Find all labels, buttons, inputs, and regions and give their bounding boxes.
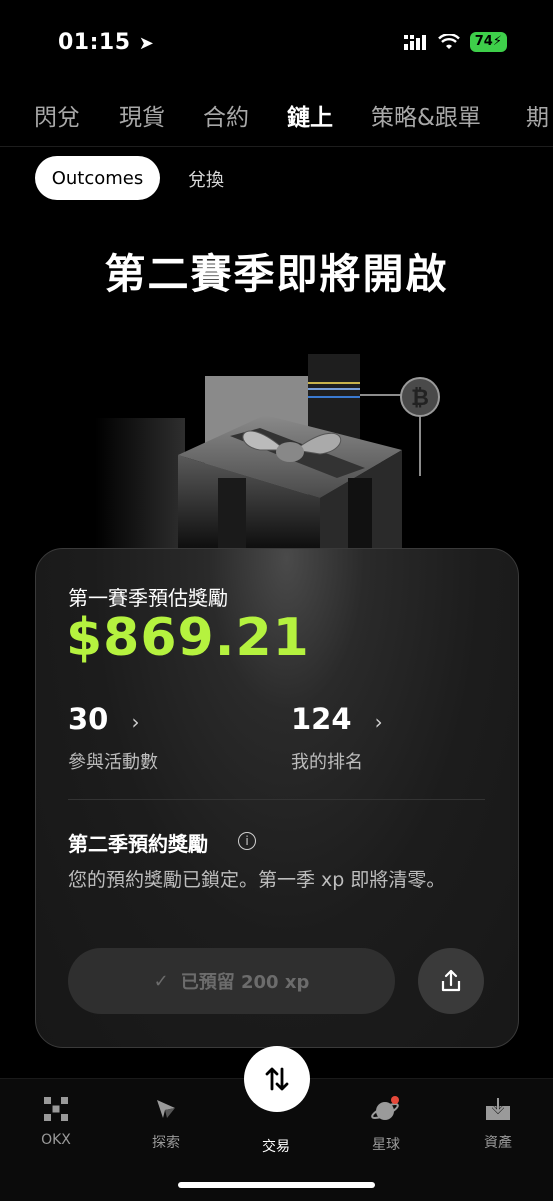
season1-reward-label: 第一賽季預估獎勵 (68, 586, 228, 610)
stat-activities[interactable]: 30 › 參與活動數 (68, 702, 158, 774)
stat-ranking-value: 124 (291, 702, 352, 736)
nav-okx-label: OKX (41, 1132, 71, 1148)
notification-dot (391, 1096, 399, 1104)
assets-download-icon (486, 1098, 510, 1120)
checkmark-icon: ✓ (153, 970, 169, 992)
okx-logo-icon (44, 1097, 68, 1121)
stat-activities-label: 參與活動數 (68, 752, 158, 773)
stat-ranking-label: 我的排名 (291, 752, 363, 773)
tab-onchain[interactable]: 鏈上 (287, 98, 333, 132)
season2-reward-description: 您的預約獎勵已鎖定。第一季 xp 即將清零。 (68, 869, 446, 891)
stat-activities-value: 30 (68, 702, 109, 736)
reserved-xp-button[interactable]: ✓ 已預留 200 xp (68, 948, 395, 1014)
tab-spot[interactable]: 現貨 (119, 98, 165, 132)
info-icon[interactable]: i (238, 832, 256, 850)
trade-swap-icon (265, 1067, 289, 1091)
stat-ranking[interactable]: 124 › 我的排名 (291, 702, 383, 774)
status-time: 01:15 ➤ (58, 30, 155, 55)
tab-flash-swap[interactable]: 閃兌 (34, 98, 80, 132)
compass-icon (157, 1100, 175, 1118)
battery-indicator: 74⚡ (469, 32, 507, 52)
planet-icon (371, 1096, 399, 1120)
season1-reward-value: $869.21 (66, 608, 310, 668)
nav-trade[interactable]: 交易 (236, 1130, 316, 1156)
tab-options[interactable]: 期 (526, 98, 549, 132)
nav-planet[interactable]: 星球 (346, 1096, 426, 1154)
svg-text:₿: ₿ (411, 386, 429, 411)
nav-explore-label: 探索 (152, 1135, 180, 1151)
nav-assets-label: 資產 (484, 1135, 512, 1151)
nav-trade-label: 交易 (262, 1139, 290, 1155)
page-title: 第二賽季即將開啟 (104, 250, 449, 298)
nav-trade-button[interactable] (244, 1046, 310, 1112)
tab-futures[interactable]: 合約 (203, 98, 249, 132)
signal-icon (403, 35, 426, 50)
top-tab-bar: 閃兌 現貨 合約 鏈上 策略&跟單 期 (0, 98, 553, 134)
nav-okx[interactable]: OKX (16, 1096, 96, 1148)
reserved-xp-label: 已預留 200 xp (180, 972, 310, 993)
share-icon (441, 969, 461, 992)
swap-tab[interactable]: 兌換 (188, 166, 224, 192)
chevron-right-icon: › (374, 710, 383, 734)
tab-divider (0, 146, 553, 147)
tab-strategy-copy[interactable]: 策略&跟單 (371, 98, 481, 132)
gift-illustration: ₿ (95, 354, 440, 550)
share-button[interactable] (418, 948, 484, 1014)
card-divider (68, 799, 485, 800)
outcomes-tab[interactable]: Outcomes (35, 156, 160, 200)
nav-explore[interactable]: 探索 (126, 1096, 206, 1152)
nav-assets[interactable]: 資產 (458, 1096, 538, 1152)
chevron-right-icon: › (131, 710, 140, 734)
location-arrow-icon: ➤ (138, 33, 155, 54)
status-icons: 74⚡ (403, 32, 507, 52)
nav-planet-label: 星球 (372, 1137, 400, 1153)
wifi-icon (437, 34, 460, 49)
home-indicator[interactable] (178, 1182, 375, 1188)
season2-reward-label: 第二季預約獎勵 (68, 832, 208, 856)
